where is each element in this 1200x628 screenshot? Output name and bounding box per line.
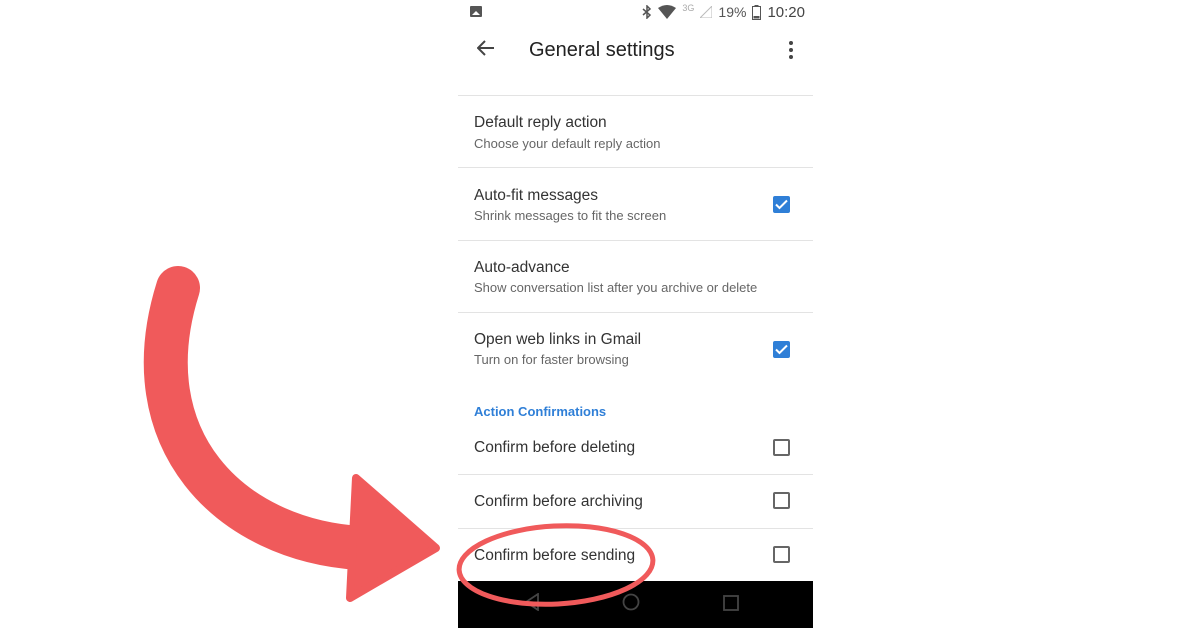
setting-confirm-sending[interactable]: Confirm before sending: [458, 529, 813, 581]
more-options-button[interactable]: [781, 36, 801, 64]
annotation-arrow-shaft: [143, 266, 382, 570]
battery-percent: 19%: [718, 4, 747, 20]
app-bar: General settings: [458, 26, 813, 76]
canvas: 3G 19% 10:20 General settings Default re…: [0, 0, 1200, 628]
setting-subtitle: Shrink messages to fit the screen: [474, 208, 667, 223]
setting-title: Confirm before deleting: [474, 439, 636, 456]
open-web-links-checkbox[interactable]: [773, 341, 790, 358]
arrow-back-icon: [476, 39, 495, 61]
bluetooth-icon: [642, 5, 652, 19]
setting-default-reply-action[interactable]: Default reply action Choose your default…: [458, 96, 813, 168]
setting-confirm-deleting[interactable]: Confirm before deleting: [458, 421, 813, 475]
nav-recents-icon: [723, 595, 739, 615]
setting-title: Confirm before sending: [474, 547, 636, 564]
setting-title: Open web links in Gmail: [474, 331, 642, 348]
clock: 10:20: [767, 3, 805, 21]
setting-open-web-links[interactable]: Open web links in Gmail Turn on for fast…: [458, 313, 813, 385]
image-icon: [470, 6, 482, 17]
setting-auto-advance[interactable]: Auto-advance Show conversation list afte…: [458, 241, 813, 313]
auto-fit-checkbox[interactable]: [773, 196, 790, 213]
status-icons: 3G 19% 10:20: [642, 3, 805, 21]
nav-back-icon: [524, 592, 540, 615]
setting-title: Auto-fit messages: [474, 187, 599, 204]
nav-recents-button[interactable]: [723, 595, 739, 616]
wifi-icon: [658, 5, 677, 19]
battery-icon: [752, 4, 762, 20]
network-type-label: 3G: [682, 3, 695, 13]
nav-home-icon: [622, 593, 640, 615]
setting-subtitle: Show conversation list after you archive…: [474, 280, 758, 295]
setting-auto-fit-messages[interactable]: Auto-fit messages Shrink messages to fit…: [458, 168, 813, 241]
setting-title: Default reply action: [474, 114, 607, 131]
section-header: Action Confirmations: [474, 404, 607, 419]
confirm-deleting-checkbox[interactable]: [773, 439, 790, 456]
setting-subtitle: Turn on for faster browsing: [474, 352, 629, 367]
confirm-archiving-checkbox[interactable]: [773, 492, 790, 509]
phone-screen: 3G 19% 10:20 General settings Default re…: [458, 0, 813, 628]
setting-subtitle: Choose your default reply action: [474, 136, 661, 151]
setting-title: Auto-advance: [474, 259, 570, 276]
status-bar: 3G 19% 10:20: [458, 0, 813, 26]
annotation-arrow-head: [346, 474, 440, 602]
more-vert-icon: [789, 41, 793, 45]
setting-title: Confirm before archiving: [474, 493, 643, 510]
back-button[interactable]: [472, 36, 500, 64]
nav-home-button[interactable]: [622, 593, 640, 616]
setting-confirm-archiving[interactable]: Confirm before archiving: [458, 475, 813, 529]
navigation-bar: [458, 581, 813, 628]
page-title: General settings: [529, 39, 675, 61]
signal-icon: [700, 6, 713, 18]
nav-back-button[interactable]: [524, 592, 540, 616]
confirm-sending-checkbox[interactable]: [773, 546, 790, 563]
